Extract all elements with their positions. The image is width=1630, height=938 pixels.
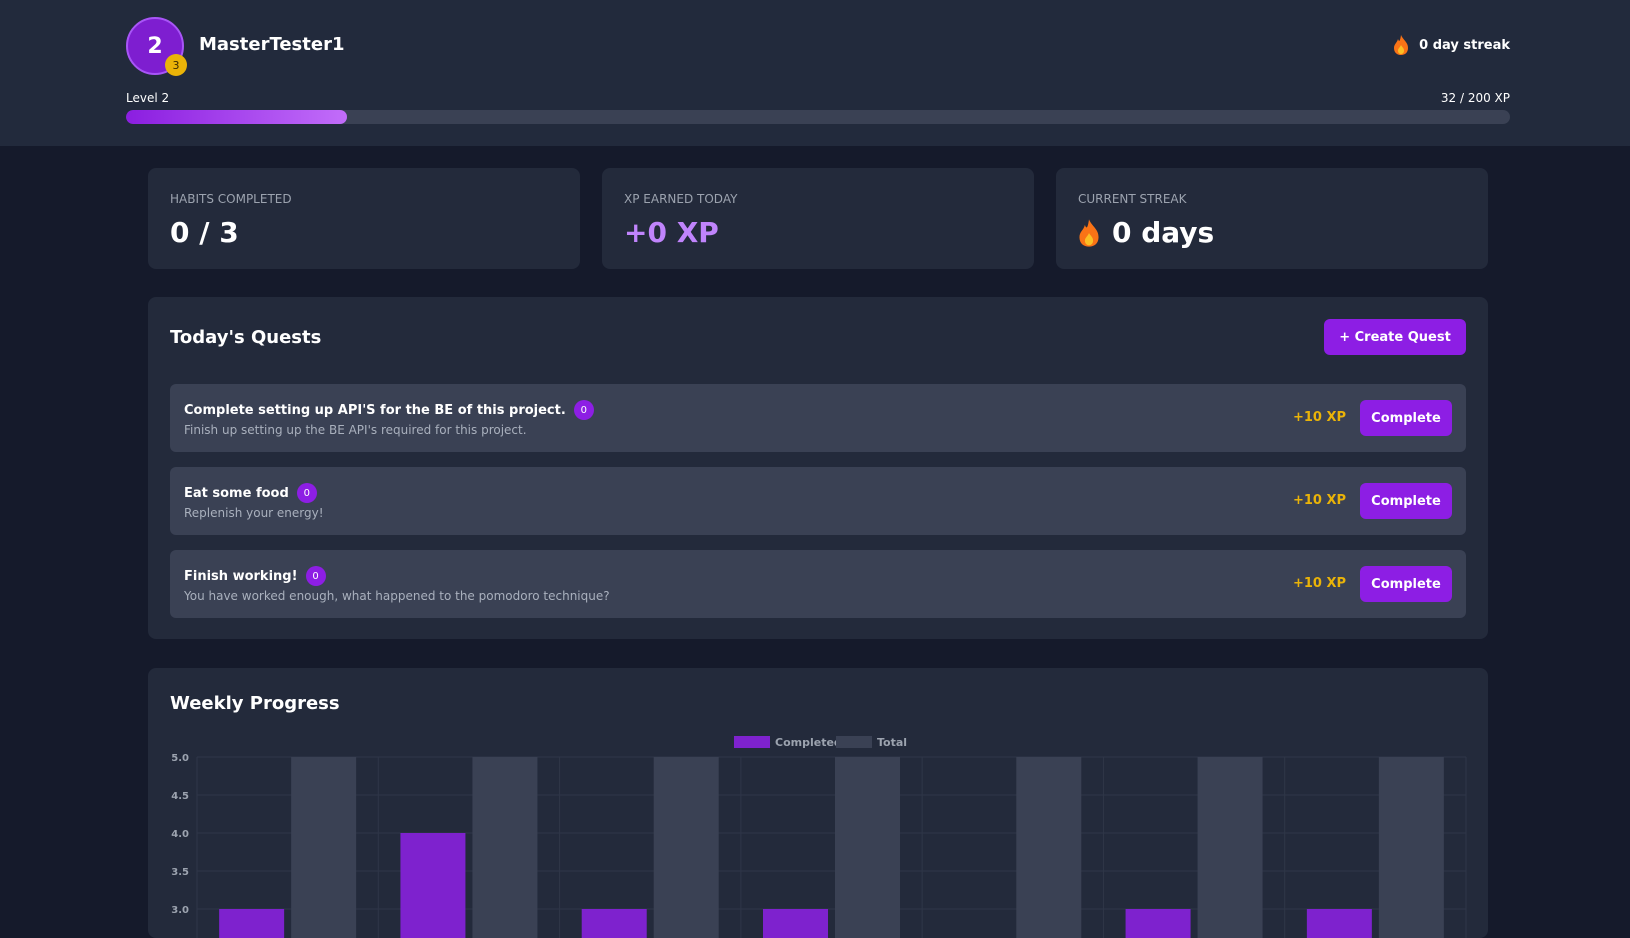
- flame-icon: [1394, 35, 1409, 55]
- quest-description: You have worked enough, what happened to…: [184, 589, 610, 603]
- legend-label-total: Total: [877, 736, 907, 749]
- stat-label: HABITS COMPLETED: [170, 192, 292, 206]
- quest-item: Eat some food 0 Replenish your energy! +…: [170, 467, 1466, 535]
- flame-icon: [1079, 218, 1099, 247]
- bar-total: [1016, 757, 1082, 938]
- quest-xp-reward: +10 XP: [1292, 576, 1346, 591]
- complete-button[interactable]: Complete: [1360, 566, 1452, 602]
- bar-total: [1378, 757, 1444, 938]
- top-bar: 2 3 MasterTester1 0 day streak Level 2 3…: [0, 0, 1630, 146]
- bar-total: [653, 757, 719, 938]
- quest-title-row: Complete setting up API'S for the BE of …: [184, 400, 594, 420]
- bar-completed: [763, 909, 828, 938]
- quests-title: Today's Quests: [170, 327, 322, 348]
- quest-item: Complete setting up API'S for the BE of …: [170, 384, 1466, 452]
- xp-label: 32 / 200 XP: [1440, 91, 1510, 105]
- complete-button[interactable]: Complete: [1360, 483, 1452, 519]
- quest-count-badge: 0: [573, 400, 594, 420]
- streak-text: 0 day streak: [1419, 37, 1510, 53]
- habits-completed-value: 0 / 3: [170, 216, 239, 249]
- quest-title: Finish working!: [184, 568, 298, 584]
- y-tick-label: 4.5: [171, 791, 189, 802]
- legend-swatch-completed: [734, 736, 770, 748]
- stat-value: 0 / 3: [170, 216, 239, 249]
- stat-label: XP EARNED TODAY: [624, 192, 738, 206]
- xp-progress-fill: [126, 110, 348, 124]
- quest-xp-reward: +10 XP: [1292, 410, 1346, 425]
- stat-card-streak: CURRENT STREAK 0 days: [1056, 168, 1488, 269]
- y-tick-label: 3.0: [171, 905, 189, 916]
- create-quest-button[interactable]: + Create Quest: [1324, 319, 1466, 355]
- stat-value: +0 XP: [624, 216, 719, 249]
- quest-title-row: Eat some food 0: [184, 483, 317, 503]
- weekly-progress-chart: Completed Total 5.0 4.5 4.0 3.5 3.0: [171, 736, 1467, 938]
- xp-progress-bar: [126, 110, 1510, 124]
- y-tick-label: 3.5: [171, 867, 189, 878]
- bar-total: [835, 757, 900, 938]
- quest-title: Complete setting up API'S for the BE of …: [184, 402, 566, 418]
- quest-item: Finish working! 0 You have worked enough…: [170, 550, 1466, 618]
- legend-label-completed: Completed: [775, 736, 842, 749]
- avatar[interactable]: 2 3: [126, 17, 187, 76]
- quest-description: Replenish your energy!: [184, 506, 324, 520]
- streak-value: 0 days: [1112, 216, 1215, 249]
- stat-label: CURRENT STREAK: [1078, 192, 1187, 206]
- bar-completed: [219, 909, 285, 938]
- quest-title-row: Finish working! 0: [184, 566, 326, 586]
- y-tick-label: 4.0: [171, 829, 189, 840]
- bar-completed: [400, 833, 466, 938]
- avatar-badge: 3: [165, 54, 187, 76]
- xp-today-value: +0 XP: [624, 216, 719, 249]
- y-tick-label: 5.0: [171, 753, 189, 764]
- stat-card-habits: HABITS COMPLETED 0 / 3: [148, 168, 580, 269]
- legend-swatch-total: [836, 736, 872, 748]
- header-streak: 0 day streak: [1393, 34, 1510, 56]
- quest-count-badge: 0: [296, 483, 317, 503]
- quest-title: Eat some food: [184, 485, 289, 501]
- weekly-progress-panel: Weekly Progress Completed Total 5.0 4.5 4.0 3…: [148, 668, 1488, 938]
- username: MasterTester1: [199, 34, 345, 55]
- bar-total: [1197, 757, 1263, 938]
- bar-completed: [1306, 909, 1372, 938]
- quest-description: Finish up setting up the BE API's requir…: [184, 423, 527, 437]
- complete-button[interactable]: Complete: [1360, 400, 1452, 436]
- bar-total: [291, 757, 357, 938]
- bar-total: [472, 757, 538, 938]
- stat-card-xp-today: XP EARNED TODAY +0 XP: [602, 168, 1034, 269]
- bar-completed: [1125, 909, 1191, 938]
- quest-xp-reward: +10 XP: [1292, 493, 1346, 508]
- bar-completed: [581, 909, 647, 938]
- avatar-level: 2: [147, 33, 163, 59]
- quests-panel: Today's Quests + Create Quest Complete s…: [148, 297, 1488, 639]
- stat-value: 0 days: [1078, 216, 1214, 249]
- quest-count-badge: 0: [305, 566, 326, 586]
- level-label: Level 2: [126, 91, 170, 105]
